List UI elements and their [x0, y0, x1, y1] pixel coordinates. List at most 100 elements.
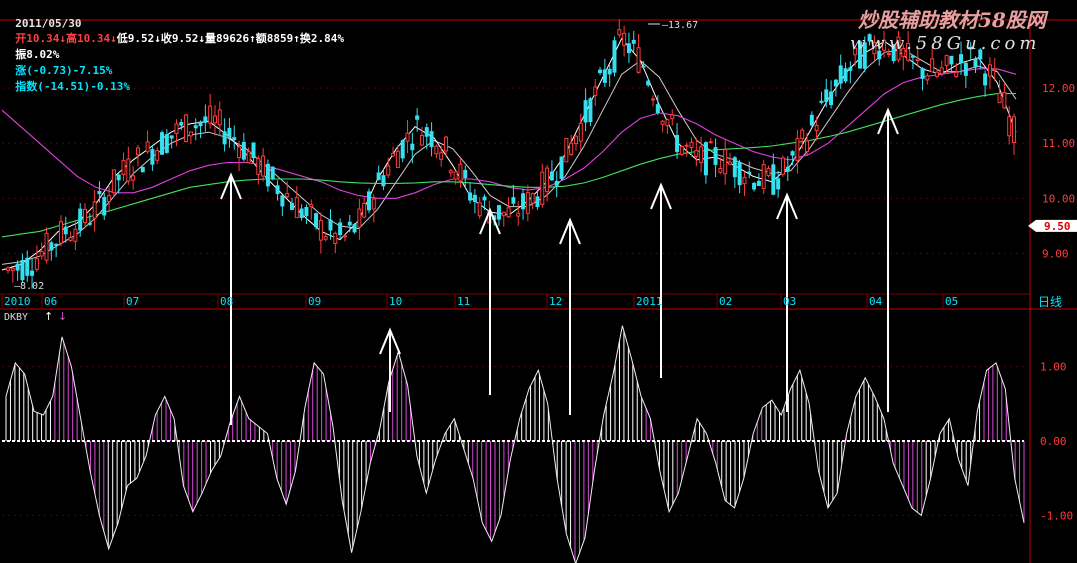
candle-body — [848, 67, 853, 71]
candle-body — [718, 167, 723, 173]
candle-body — [357, 208, 362, 228]
turnover-label: 换 — [299, 32, 311, 45]
candle-body — [679, 146, 684, 155]
candle-body — [102, 196, 107, 216]
close-value: 9.52 — [171, 32, 199, 45]
osc-tick-label: 1.00 — [1040, 361, 1067, 374]
date-tick-label: 07 — [126, 295, 139, 308]
candle-body — [521, 193, 526, 210]
candle-body — [728, 161, 733, 165]
legend-arrow-down: ↓ — [58, 310, 67, 323]
quote-date: 2011/05/30 — [15, 17, 82, 30]
min-label: —8.02 — [14, 281, 44, 292]
candle-body — [145, 141, 150, 153]
candle-body — [415, 115, 420, 120]
candle-body — [92, 201, 97, 219]
candle-body — [761, 164, 766, 189]
candle-body — [160, 132, 165, 155]
candle-body — [6, 267, 10, 271]
volume-label: 量 — [205, 32, 216, 45]
amplitude-label: 振 — [15, 48, 27, 61]
candle-body — [338, 222, 343, 236]
watermark-title: 炒股辅助教材58股网 — [858, 8, 1046, 32]
candle-body — [785, 166, 790, 171]
candle-body — [477, 202, 482, 217]
candle-body — [545, 167, 550, 193]
candle-body — [424, 127, 429, 137]
candle-body — [732, 157, 737, 178]
candle-body — [299, 208, 304, 219]
candle-body — [636, 47, 641, 73]
turnover-value: 2.84% — [310, 32, 344, 45]
candle-body — [184, 114, 189, 143]
candle-body — [684, 144, 689, 147]
change-value: (-0.73)-7.15% — [26, 64, 113, 77]
candle-body — [631, 39, 636, 44]
candle-body — [140, 166, 145, 173]
oscillator-panel — [2, 325, 1025, 563]
candle-body — [833, 79, 838, 87]
date-tick-label: 02 — [719, 295, 732, 308]
candle-body — [670, 114, 675, 120]
osc-tick-label: 0.00 — [1040, 435, 1067, 448]
candle-body — [448, 170, 453, 174]
candle-body — [954, 71, 959, 77]
candle-body — [959, 54, 964, 64]
candle-body — [371, 198, 376, 210]
candle-body — [829, 91, 834, 106]
candle-body — [328, 219, 333, 231]
candle-body — [246, 151, 251, 164]
quote-header: 2011/05/30 开10.34↓高10.34↓低9.52↓收9.52↓量89… — [15, 17, 344, 93]
candle-body — [915, 58, 920, 62]
candle-body — [569, 142, 574, 155]
candle-body — [944, 55, 949, 66]
candle-body — [193, 125, 198, 129]
candle-body — [809, 114, 814, 126]
candle-body — [578, 122, 583, 142]
candle-body — [747, 171, 752, 174]
candle-body — [111, 169, 116, 194]
candle-body — [525, 192, 530, 214]
candle-body — [776, 178, 781, 190]
candle-body — [439, 152, 444, 160]
candle-body — [179, 122, 184, 126]
candle-body — [131, 175, 136, 181]
candle-body — [496, 205, 501, 220]
date-tick-label: 2011 — [636, 295, 663, 308]
candle-body — [227, 127, 232, 138]
legend-arrow-up: ↑ — [44, 310, 53, 323]
candle-body — [164, 134, 169, 153]
candle-body — [87, 222, 92, 225]
candle-body — [713, 147, 718, 165]
candle-body — [699, 146, 704, 164]
candle-body — [261, 155, 266, 177]
candle-body — [583, 100, 588, 123]
candle-body — [723, 149, 728, 175]
candle-body — [689, 141, 694, 149]
candle-body — [930, 58, 935, 73]
candle-body — [655, 104, 660, 113]
candle-body — [212, 115, 217, 124]
candle-body — [795, 138, 800, 161]
osc-tick-label: -1.00 — [1040, 509, 1073, 522]
candle-body — [737, 162, 742, 186]
open-value: 10.34 — [26, 32, 60, 45]
candle-body — [256, 158, 261, 175]
candle-body — [419, 134, 424, 146]
candle-body — [362, 202, 367, 218]
candle-body — [453, 171, 458, 180]
candle-body — [30, 270, 35, 276]
candle-body — [939, 67, 944, 75]
candle-body — [780, 157, 785, 175]
candle-body — [910, 55, 915, 58]
candle-body — [987, 64, 992, 77]
candle-body — [675, 135, 680, 153]
candle-body — [83, 208, 88, 224]
candle-body — [554, 180, 559, 186]
date-tick-label: 03 — [783, 295, 796, 308]
candle-body — [429, 131, 434, 148]
candle-body — [752, 182, 757, 190]
candle-body — [742, 176, 747, 185]
candle-body — [535, 196, 540, 208]
high-label: 高 — [66, 32, 77, 45]
